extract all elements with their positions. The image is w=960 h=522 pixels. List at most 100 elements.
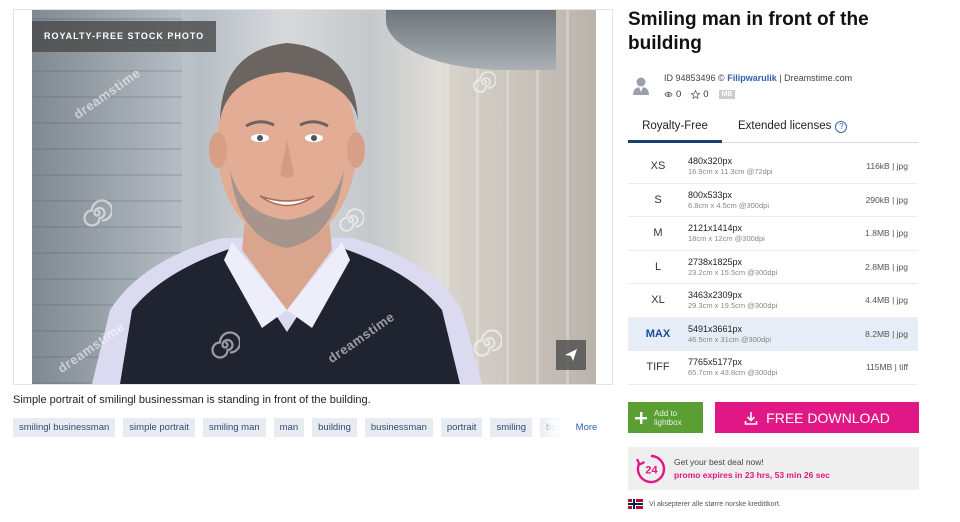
download-label: FREE DOWNLOAD xyxy=(766,409,890,426)
promo-banner[interactable]: 24 Get your best deal now! promo expires… xyxy=(628,447,919,490)
size-code: L xyxy=(654,260,662,273)
size-code: TIFF xyxy=(646,361,670,374)
size-code: MAX xyxy=(645,327,671,340)
tag-item[interactable]: smilingl businessman xyxy=(13,418,116,437)
author-link[interactable]: Filipwarulik xyxy=(727,73,777,83)
size-row-s[interactable]: S 800x533px 6.8cm x 4.5cm @300dpi 290kB … xyxy=(628,184,918,217)
size-file-info: 115MB | tiff xyxy=(865,362,908,373)
size-dimensions: 3463x2309px 29.3cm x 19.5cm @300dpi xyxy=(688,290,848,310)
size-dimensions: 2121x1414px 18cm x 12cm @300dpi xyxy=(688,223,848,243)
free-download-button[interactable]: FREE DOWNLOAD xyxy=(715,402,919,433)
size-dimensions: 2738x1825px 23.2cm x 15.5cm @300dpi xyxy=(688,257,848,277)
size-pixels: 3463x2309px xyxy=(688,290,743,301)
promo-countdown: promo expires in 23 hrs, 53 min 26 sec xyxy=(674,470,830,480)
author-avatar-icon[interactable] xyxy=(632,76,650,96)
size-file-info: 116kB | jpg xyxy=(866,161,908,172)
tab-extended-label: Extended licenses xyxy=(738,120,832,132)
tag-list: smilingl businessman simple portrait smi… xyxy=(13,418,613,438)
tag-item[interactable]: man xyxy=(273,418,305,437)
send-icon xyxy=(565,349,577,361)
royalty-free-badge: ROYALTY-FREE STOCK PHOTO xyxy=(32,21,217,52)
tag-item[interactable]: smiling xyxy=(490,418,533,437)
size-row-l[interactable]: L 2738x1825px 23.2cm x 15.5cm @300dpi 2.… xyxy=(628,251,918,284)
watermark-spiral-icon xyxy=(211,331,240,359)
payment-note-text: Vi aksepterer alle større norske kreditt… xyxy=(649,500,781,508)
watermark-spiral-icon xyxy=(473,71,496,93)
promo-24-icon: 24 xyxy=(628,447,674,490)
size-print: 6.8cm x 4.5cm @300dpi xyxy=(688,200,769,210)
tag-item[interactable]: portrait xyxy=(440,418,483,437)
tab-royalty-free[interactable]: Royalty-Free xyxy=(628,116,722,143)
size-row-tiff[interactable]: TIFF 7765x5177px 65.7cm x 43.8cm @300dpi… xyxy=(628,351,918,385)
size-dimensions: 480x320px 16.9cm x 11.3cm @72dpi xyxy=(688,156,848,176)
download-icon xyxy=(744,411,758,425)
size-options-list: XS 480x320px 16.9cm x 11.3cm @72dpi 116k… xyxy=(628,150,918,385)
mb-badge: MB xyxy=(718,90,736,99)
favorites-stat: 0 xyxy=(691,89,709,100)
size-print: 29.3cm x 19.5cm @300dpi xyxy=(688,301,778,311)
size-code: XL xyxy=(651,294,665,307)
image-stats: 0 0 MB xyxy=(664,89,736,100)
size-pixels: 2738x1825px xyxy=(688,256,743,267)
views-icon xyxy=(664,91,673,98)
norway-flag-icon xyxy=(628,499,643,509)
size-pixels: 7765x5177px xyxy=(688,357,743,368)
promo-text: Get your best deal now! promo expires in… xyxy=(674,457,830,480)
watermark-spiral-icon xyxy=(473,329,502,357)
size-pixels: 480x320px xyxy=(688,156,733,167)
size-row-xs[interactable]: XS 480x320px 16.9cm x 11.3cm @72dpi 116k… xyxy=(628,150,918,184)
size-code: M xyxy=(653,227,663,240)
image-id: ID 94853496 © xyxy=(664,73,725,83)
size-dimensions: 7765x5177px 65.7cm x 43.8cm @300dpi xyxy=(688,357,848,377)
promo-24-text: 24 xyxy=(645,464,658,476)
size-dimensions: 5491x3661px 46.5cm x 31cm @300dpi xyxy=(688,324,848,344)
site-name: | Dreamstime.com xyxy=(779,73,853,83)
size-file-info: 1.8MB | jpg xyxy=(865,228,908,239)
stock-photo[interactable]: dreamstime dreamstime dreamstime ROYALTY… xyxy=(32,10,596,384)
lightbox-label: Add to lightbox xyxy=(654,409,682,427)
size-print: 16.9cm x 11.3cm @72dpi xyxy=(688,167,773,177)
promo-headline: Get your best deal now! xyxy=(674,457,764,467)
views-stat: 0 xyxy=(664,89,681,100)
share-button[interactable] xyxy=(556,340,586,370)
tag-item[interactable]: smiling man xyxy=(202,418,266,437)
size-print: 65.7cm x 43.8cm @300dpi xyxy=(688,368,778,378)
license-tabs: Royalty-Free Extended licenses ? xyxy=(628,116,918,143)
views-count: 0 xyxy=(676,89,682,100)
lightbox-label-line2: lightbox xyxy=(654,417,682,427)
help-icon[interactable]: ? xyxy=(835,121,848,133)
favorites-count: 0 xyxy=(703,89,709,100)
star-icon xyxy=(691,90,701,99)
page-title: Smiling man in front of the building xyxy=(628,9,869,54)
size-pixels: 5491x3661px xyxy=(688,323,743,334)
size-file-info: 290kB | jpg xyxy=(865,194,908,205)
size-row-max[interactable]: MAX 5491x3661px 46.5cm x 31cm @300dpi 8.… xyxy=(628,317,918,351)
lightbox-label-line1: Add to xyxy=(654,408,678,418)
size-code: S xyxy=(654,193,662,206)
image-meta: ID 94853496 © Filipwarulik | Dreamstime.… xyxy=(664,73,852,83)
watermark-spiral-icon xyxy=(339,208,364,232)
watermark-spiral-icon xyxy=(83,199,112,227)
size-row-m[interactable]: M 2121x1414px 18cm x 12cm @300dpi 1.8MB … xyxy=(628,217,918,251)
size-row-xl[interactable]: XL 3463x2309px 29.3cm x 19.5cm @300dpi 4… xyxy=(628,284,918,318)
size-file-info: 8.2MB | jpg xyxy=(865,328,908,339)
plus-icon xyxy=(635,411,647,424)
size-print: 46.5cm x 31cm @300dpi xyxy=(688,334,772,344)
size-pixels: 2121x1414px xyxy=(688,223,743,234)
size-pixels: 800x533px xyxy=(688,189,733,200)
tag-item[interactable]: simple portrait xyxy=(123,418,195,437)
tags-more-link[interactable]: More xyxy=(560,418,613,437)
size-code: XS xyxy=(650,160,666,173)
size-print: 23.2cm x 15.5cm @300dpi xyxy=(688,267,778,277)
size-print: 18cm x 12cm @300dpi xyxy=(688,234,765,244)
photo-frame: dreamstime dreamstime dreamstime ROYALTY… xyxy=(13,9,613,385)
size-file-info: 4.4MB | jpg xyxy=(865,295,908,306)
payment-note: Vi aksepterer alle større norske kreditt… xyxy=(628,499,781,509)
photo-description: Simple portrait of smilingl businessman … xyxy=(13,394,371,406)
size-dimensions: 800x533px 6.8cm x 4.5cm @300dpi xyxy=(688,190,848,210)
tag-item[interactable]: businessman xyxy=(364,418,433,437)
tab-extended-licenses[interactable]: Extended licenses ? xyxy=(738,116,848,142)
size-file-info: 2.8MB | jpg xyxy=(865,261,908,272)
tag-item[interactable]: building xyxy=(312,418,357,437)
add-to-lightbox-button[interactable]: Add to lightbox xyxy=(628,402,703,433)
